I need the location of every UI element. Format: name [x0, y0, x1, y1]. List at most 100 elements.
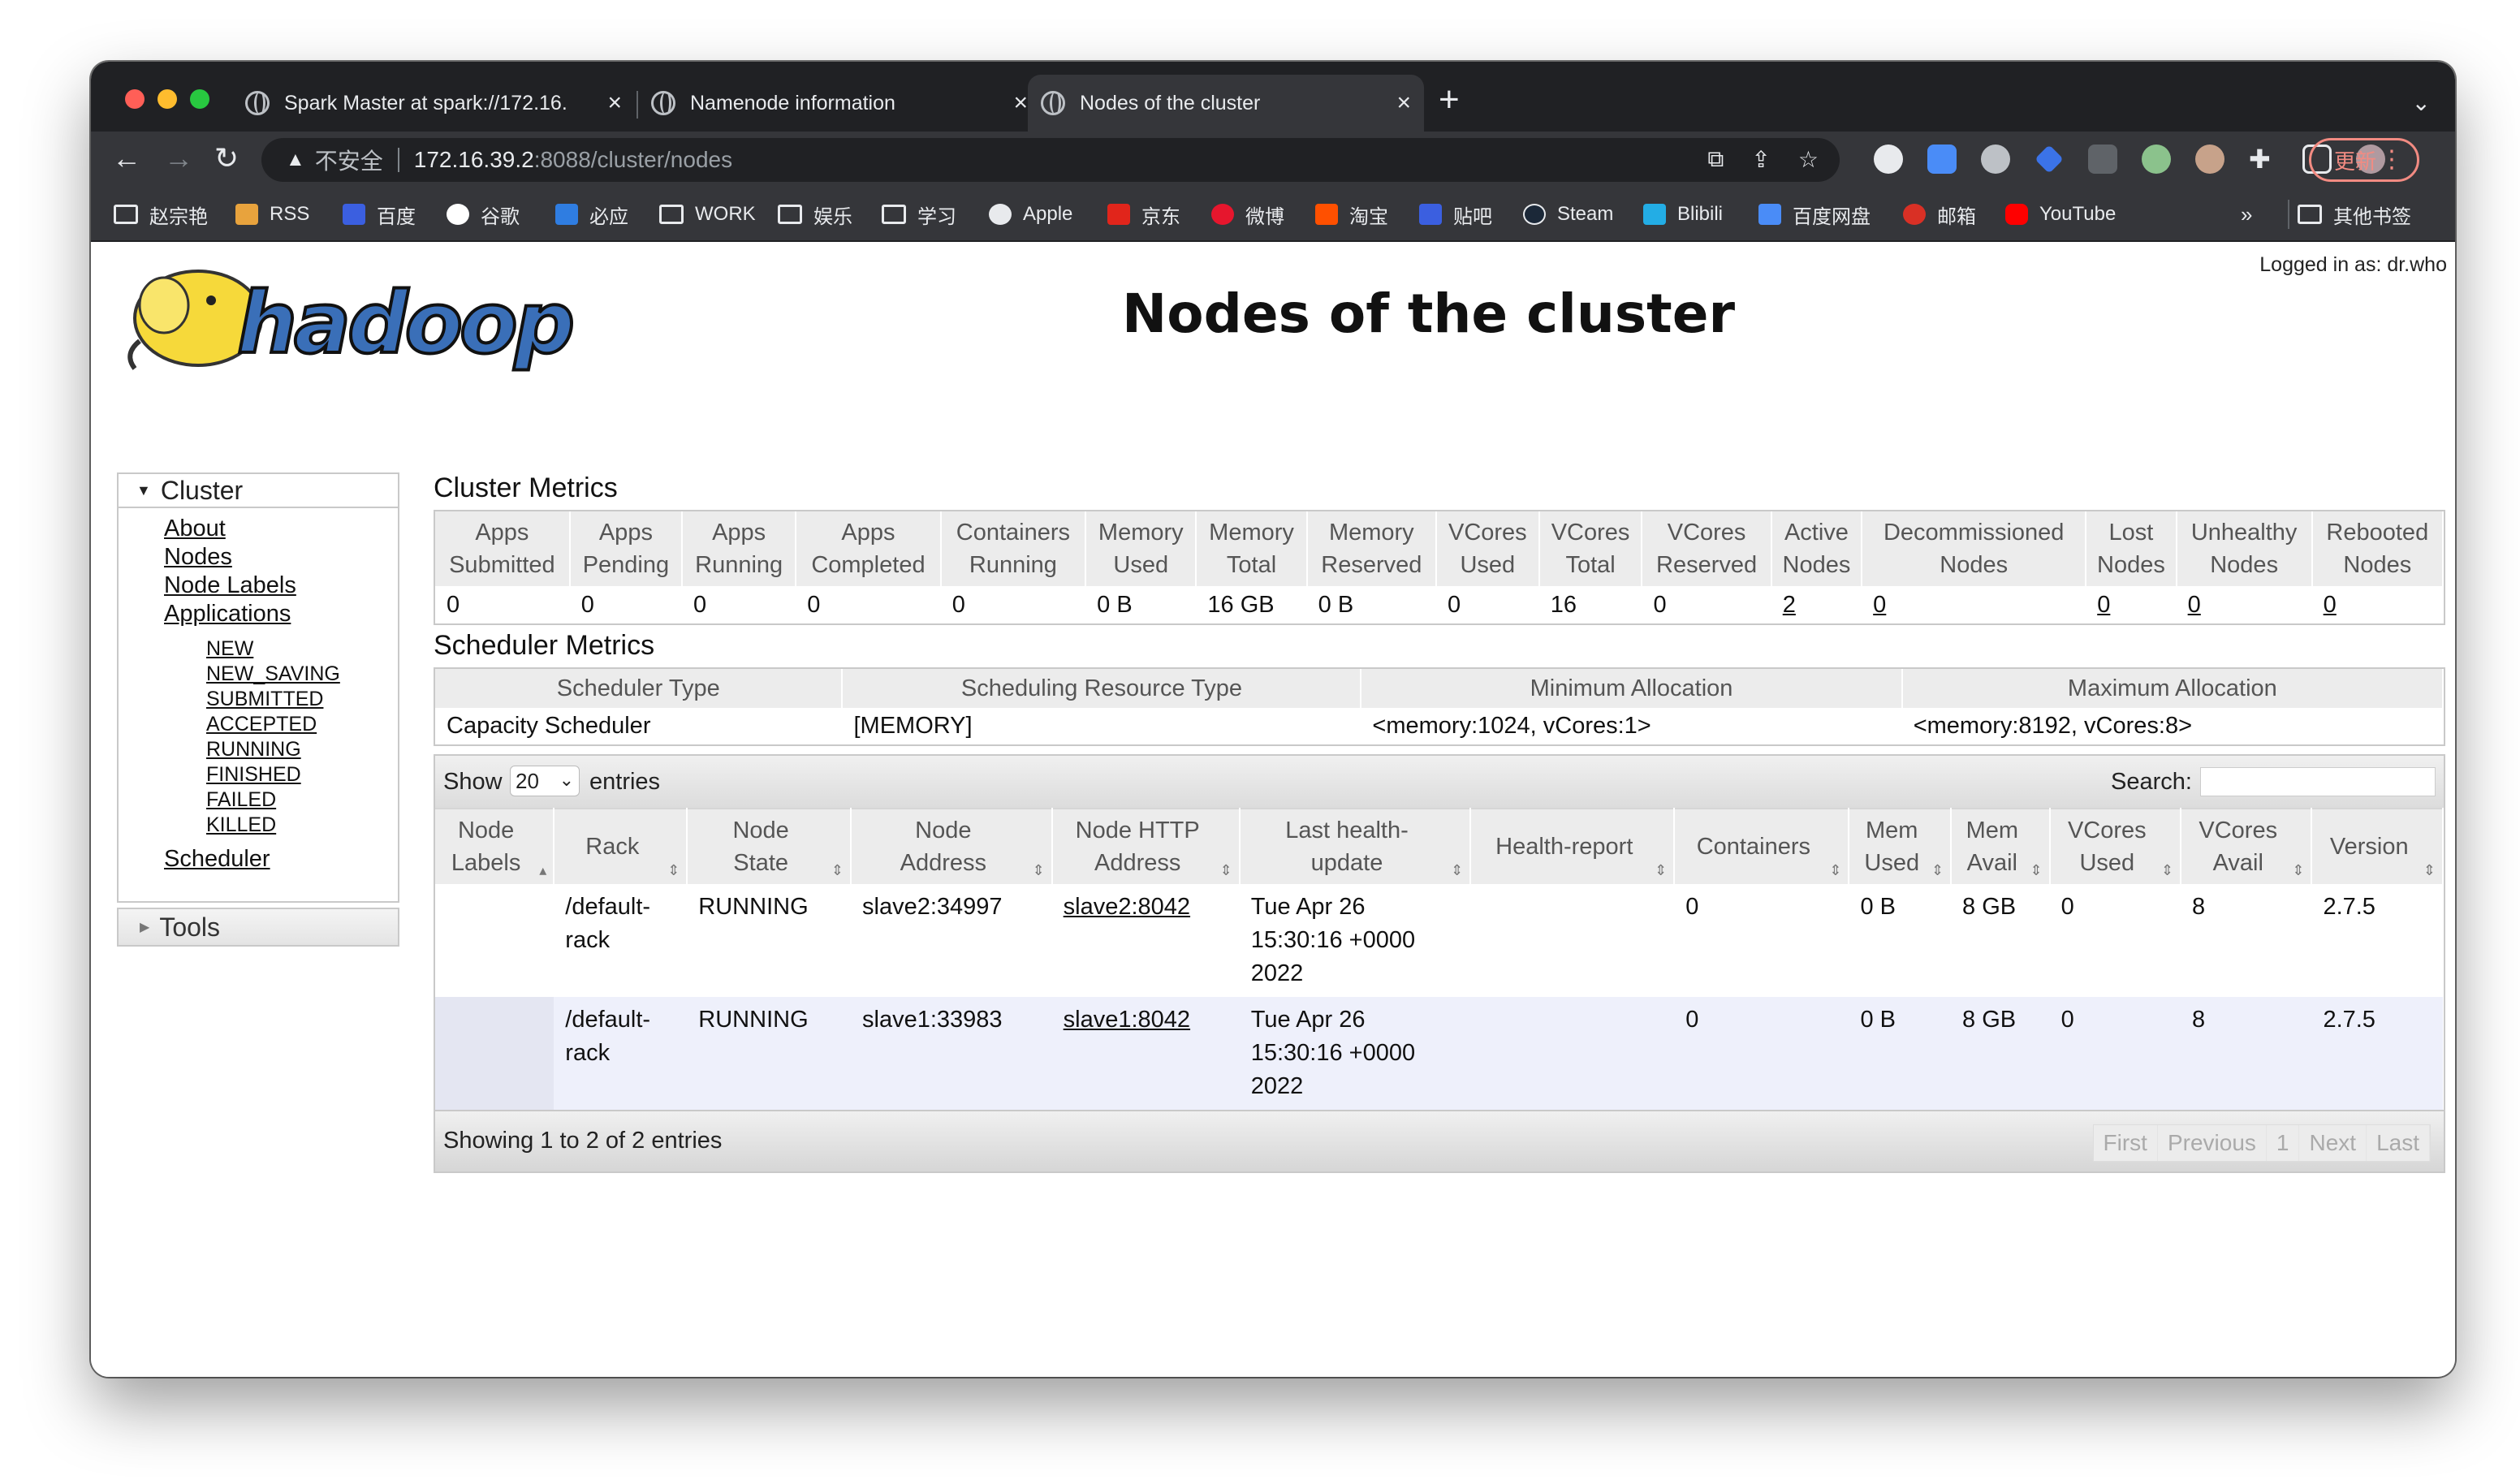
- metric-link[interactable]: 2: [1783, 592, 1796, 618]
- close-tab-icon[interactable]: ×: [1013, 89, 1028, 117]
- search-input[interactable]: [2200, 767, 2436, 796]
- bookmark-item[interactable]: 娱乐: [778, 200, 852, 229]
- minimize-window-button[interactable]: [158, 89, 177, 109]
- node-http-link[interactable]: slave1:8042: [1064, 1007, 1190, 1033]
- metric-value: 16 GB: [1207, 591, 1275, 618]
- bookmark-item[interactable]: 必应: [555, 200, 628, 229]
- more-bookmarks-button[interactable]: »: [2241, 200, 2252, 229]
- bookmark-item[interactable]: WORK: [659, 200, 756, 229]
- sortable-column-header[interactable]: Rack ⇕: [554, 808, 688, 884]
- tab-nodes-active[interactable]: Nodes of the cluster ×: [1028, 75, 1424, 132]
- metric-cell: 0: [796, 586, 940, 623]
- entries-label: entries: [589, 769, 661, 795]
- sortable-column-header[interactable]: Node State ⇕: [687, 808, 852, 884]
- bookmark-item[interactable]: 邮箱: [1903, 200, 1976, 229]
- new-tab-button[interactable]: +: [1439, 80, 1460, 120]
- app-state-link-new-saving[interactable]: NEW_SAVING: [206, 662, 398, 687]
- bookmark-item[interactable]: 微博: [1211, 200, 1284, 229]
- tab-spark-master[interactable]: Spark Master at spark://172.16. ×: [245, 75, 635, 132]
- sortable-column-header[interactable]: VCores Avail ⇕: [2181, 808, 2313, 884]
- glasses-extension-icon[interactable]: [2088, 145, 2117, 174]
- cluster-section-header[interactable]: ▼ Cluster: [119, 474, 398, 508]
- app-state-link-submitted[interactable]: SUBMITTED: [206, 687, 398, 712]
- app-state-link-new[interactable]: NEW: [206, 636, 398, 662]
- bookmark-item[interactable]: Apple: [989, 200, 1072, 229]
- node-http-link[interactable]: slave2:8042: [1064, 894, 1190, 920]
- share-icon[interactable]: ⇪: [1751, 146, 1770, 173]
- text-line: Nodes: [2210, 552, 2279, 578]
- app-state-link-running[interactable]: RUNNING: [206, 737, 398, 762]
- puzzle-icon[interactable]: ✚: [2249, 145, 2278, 174]
- close-window-button[interactable]: [125, 89, 145, 109]
- back-button[interactable]: ←: [112, 141, 141, 175]
- bookmark-item[interactable]: 赵宗艳: [114, 200, 208, 229]
- app-state-link-accepted[interactable]: ACCEPTED: [206, 712, 398, 737]
- app-state-link-killed[interactable]: KILLED: [206, 813, 398, 838]
- page-title: Nodes of the cluster: [1122, 283, 1736, 345]
- bookmark-item[interactable]: 百度网盘: [1758, 200, 1871, 229]
- face-extension-icon[interactable]: [2195, 145, 2224, 174]
- bookmark-item[interactable]: 贴吧: [1419, 200, 1492, 229]
- extension-icon[interactable]: [1874, 145, 1903, 174]
- bookmark-item[interactable]: Steam: [1523, 200, 1613, 229]
- sortable-column-header[interactable]: Node HTTP Address ⇕: [1051, 808, 1241, 884]
- bookmark-item[interactable]: 淘宝: [1315, 200, 1388, 229]
- sortable-column-header[interactable]: Mem Avail ⇕: [1951, 808, 2051, 884]
- bookmark-star-icon[interactable]: ☆: [1798, 146, 1819, 173]
- pager-button-last[interactable]: Last: [2367, 1125, 2430, 1161]
- pager-button-first[interactable]: First: [2093, 1125, 2158, 1161]
- sidebar-link-nodes[interactable]: Nodes: [164, 543, 398, 572]
- reload-button[interactable]: ↻: [214, 141, 239, 175]
- translate-icon[interactable]: ⧉: [1707, 146, 1724, 173]
- sortable-column-header[interactable]: Last health-update ⇕: [1239, 808, 1472, 884]
- cell-value: 0 B: [1860, 894, 1896, 920]
- metric-link[interactable]: 0: [2097, 592, 2110, 618]
- bookmark-item[interactable]: RSS: [235, 200, 309, 229]
- translate-extension-icon[interactable]: [1927, 145, 1957, 174]
- pager-button-previous[interactable]: Previous: [2157, 1125, 2267, 1161]
- bookmark-item[interactable]: Blibili: [1643, 200, 1723, 229]
- warning-icon[interactable]: ▲: [286, 149, 305, 171]
- pager-button-1[interactable]: 1: [2266, 1125, 2300, 1161]
- sidebar-link-scheduler[interactable]: Scheduler: [164, 846, 398, 873]
- rss-icon: [235, 204, 258, 225]
- metric-link[interactable]: 0: [2324, 592, 2337, 618]
- forward-button[interactable]: →: [164, 141, 193, 175]
- security-label[interactable]: 不安全: [315, 144, 383, 176]
- sortable-column-header[interactable]: Containers ⇕: [1674, 808, 1850, 884]
- sortable-column-header[interactable]: Mem Used ⇕: [1849, 808, 1953, 884]
- sortable-column-header[interactable]: Node Labels ▴: [435, 808, 555, 884]
- maximize-window-button[interactable]: [190, 89, 209, 109]
- tools-section-header[interactable]: ▶ Tools: [117, 908, 399, 947]
- tab-search-chevron-icon[interactable]: ⌄: [2412, 89, 2431, 116]
- sortable-column-header[interactable]: VCores Used ⇕: [2049, 808, 2182, 884]
- sortable-column-header[interactable]: Health-report ⇕: [1470, 808, 1676, 884]
- app-state-link-failed[interactable]: FAILED: [206, 787, 398, 813]
- page-size-select[interactable]: 20 ⌄: [510, 766, 580, 796]
- metric-link[interactable]: 0: [2188, 592, 2201, 618]
- bookmark-item[interactable]: 京东: [1107, 200, 1180, 229]
- bookmark-item[interactable]: 谷歌: [447, 200, 520, 229]
- bookmark-item[interactable]: YouTube: [2005, 200, 2116, 229]
- bookmark-item[interactable]: 学习: [882, 200, 956, 229]
- sidebar-link-node-labels[interactable]: Node Labels: [164, 572, 398, 600]
- metric-link[interactable]: 0: [1873, 592, 1886, 618]
- sidebar-link-about[interactable]: About: [164, 515, 398, 543]
- lightbulb-icon[interactable]: [1981, 145, 2010, 174]
- tab-namenode[interactable]: Namenode information ×: [651, 75, 1041, 132]
- other-bookmarks[interactable]: 其他书签: [2288, 200, 2411, 229]
- menu-kebab-icon[interactable]: ⋮: [2380, 145, 2404, 174]
- app-state-link-finished[interactable]: FINISHED: [206, 762, 398, 787]
- bookmark-item[interactable]: 百度: [343, 200, 416, 229]
- green-extension-icon[interactable]: [2142, 145, 2171, 174]
- close-tab-icon[interactable]: ×: [607, 89, 622, 117]
- sidebar-link-applications[interactable]: Applications: [164, 600, 398, 628]
- text-line: Apps: [598, 520, 653, 546]
- pager-button-next[interactable]: Next: [2299, 1125, 2367, 1161]
- close-tab-icon[interactable]: ×: [1396, 89, 1411, 117]
- address-bar[interactable]: ▲ 不安全 172.16.39.2 :8088/cluster/nodes ⧉ …: [261, 138, 1840, 182]
- diamond-extension-icon[interactable]: [2035, 145, 2064, 174]
- update-button[interactable]: 更新 ⋮: [2309, 138, 2419, 182]
- sortable-column-header[interactable]: Node Address ⇕: [851, 808, 1053, 884]
- sortable-column-header[interactable]: Version ⇕: [2311, 808, 2444, 884]
